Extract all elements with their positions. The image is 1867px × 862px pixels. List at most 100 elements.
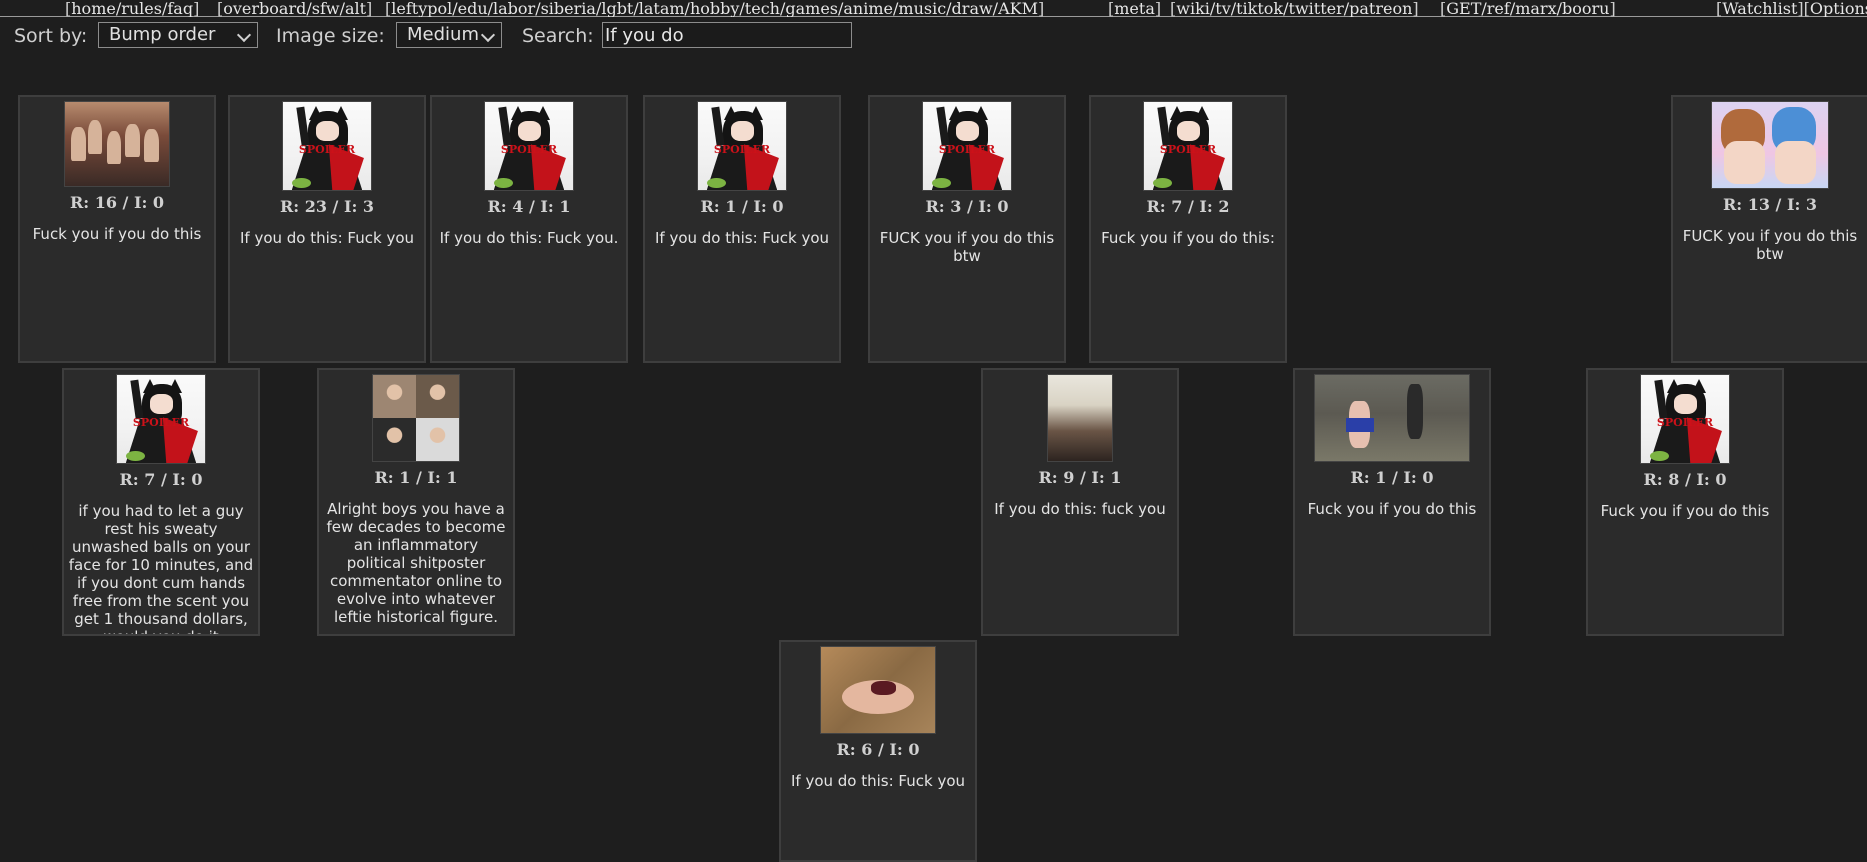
catalog-thread-card[interactable]: SPOILER R: 23 / I: 3 If you do this: Fuck … <box>228 95 426 363</box>
thread-reply-image-count: R: 9 / I: 1 <box>1038 468 1122 487</box>
thread-subject: if you had to let a guy rest his sweaty … <box>68 502 254 634</box>
catalog-thread-card[interactable]: SPOILER R: 3 / I: 0 FUCK you if you do thi… <box>868 95 1066 363</box>
thread-thumbnail[interactable] <box>1711 101 1829 189</box>
spoiler-text: SPOILER <box>938 143 996 157</box>
thread-reply-image-count: R: 6 / I: 0 <box>836 740 920 759</box>
catalog-thread-card[interactable]: R: 16 / I: 0 Fuck you if you do this <box>18 95 216 363</box>
fight-art-shape <box>1407 383 1423 440</box>
nav-link-home[interactable]: home <box>71 0 116 17</box>
nav-link-draw[interactable]: draw <box>951 0 993 17</box>
catalog-thread-card[interactable]: R: 1 / I: 0 Fuck you if you do this <box>1293 368 1491 636</box>
thread-reply-image-count: R: 3 / I: 0 <box>925 197 1009 216</box>
nav-link-siberia[interactable]: siberia <box>540 0 596 17</box>
nav-link-alt[interactable]: alt <box>344 0 367 17</box>
catalog-thread-card[interactable]: SPOILER R: 1 / I: 0 If you do this: Fuck y… <box>643 95 841 363</box>
spoiler-thumbnail[interactable]: SPOILER <box>282 101 372 191</box>
thread-subject: Fuck you if you do this <box>1600 502 1770 520</box>
catalog-thread-card[interactable]: SPOILER R: 8 / I: 0 Fuck you if you do thi… <box>1586 368 1784 636</box>
spoiler-art-ear1 <box>949 105 964 120</box>
thread-thumbnail[interactable] <box>372 374 460 462</box>
thread-thumbnail[interactable] <box>820 646 936 734</box>
sort-select-value: Bump order <box>109 24 216 45</box>
spoiler-text: SPOILER <box>132 416 190 430</box>
catalog-thread-card[interactable]: R: 6 / I: 0 If you do this: Fuck you <box>779 640 977 862</box>
nav-link-ref[interactable]: ref <box>1486 0 1510 17</box>
nav-link-rules[interactable]: rules <box>121 0 162 17</box>
image-size-select-value: Medium <box>407 24 479 45</box>
photo-figure <box>125 123 140 158</box>
nav-link-wiki[interactable]: wiki <box>1176 0 1210 17</box>
thread-subject: FUCK you if you do this btw <box>1682 227 1858 263</box>
catalog-thread-card[interactable]: R: 9 / I: 1 If you do this: fuck you <box>981 368 1179 636</box>
nav-group-overboards: [overboard/sfw/alt] <box>217 0 373 17</box>
nav-link-twitter[interactable]: twitter <box>1288 0 1344 17</box>
nav-link-booru[interactable]: booru <box>1562 0 1610 17</box>
thread-subject: Fuck you if you do this: <box>1101 229 1275 247</box>
thread-subject: If you do this: Fuck you <box>239 229 415 247</box>
nav-link-marx[interactable]: marx <box>1515 0 1557 17</box>
collage-portrait <box>373 418 416 461</box>
catalog-thread-card[interactable]: R: 1 / I: 1 Alright boys you have a few d… <box>317 368 515 636</box>
anime-art-shape <box>1774 140 1817 184</box>
hand-art-shape <box>871 681 897 696</box>
spoiler-art-face <box>731 121 755 141</box>
nav-link-hobby[interactable]: hobby <box>689 0 740 17</box>
nav-link-music[interactable]: music <box>898 0 947 17</box>
thread-reply-image-count: R: 1 / I: 0 <box>1350 468 1434 487</box>
spoiler-art-face <box>150 394 174 414</box>
thread-reply-image-count: R: 16 / I: 0 <box>69 193 165 212</box>
nav-link-akm[interactable]: AKM <box>998 0 1038 17</box>
thread-thumbnail[interactable] <box>1047 374 1113 462</box>
anime-art-shape <box>1723 140 1766 184</box>
nav-group-meta: [meta] <box>1108 0 1162 17</box>
nav-group-misc: [GET/ref/marx/booru] <box>1440 0 1616 17</box>
spoiler-thumbnail[interactable]: SPOILER <box>922 101 1012 191</box>
spoiler-art-face <box>956 121 980 141</box>
sort-label: Sort by: <box>14 25 88 47</box>
chevron-down-icon <box>480 27 496 43</box>
nav-link-tech[interactable]: tech <box>744 0 780 17</box>
nav-link-meta[interactable]: meta <box>1114 0 1155 17</box>
nav-link-lgbt[interactable]: lgbt <box>601 0 634 17</box>
thread-reply-image-count: R: 8 / I: 0 <box>1643 470 1727 489</box>
thread-reply-image-count: R: 23 / I: 3 <box>279 197 375 216</box>
nav-link-watchlist[interactable]: Watchlist <box>1722 0 1798 17</box>
nav-link-leftypol[interactable]: leftypol <box>391 0 453 17</box>
nav-link-sfw[interactable]: sfw <box>311 0 340 17</box>
nav-link-options[interactable]: Options <box>1809 0 1867 17</box>
nav-link-tv[interactable]: tv <box>1215 0 1231 17</box>
spoiler-art-ear1 <box>309 105 324 120</box>
search-input[interactable] <box>602 22 852 48</box>
thread-subject: Alright boys you have a few decades to b… <box>326 500 506 626</box>
catalog-thread-card[interactable]: R: 13 / I: 3 FUCK you if you do this btw <box>1671 95 1867 363</box>
spoiler-art-ear2 <box>1195 105 1210 120</box>
catalog-thread-card[interactable]: SPOILER R: 7 / I: 2 Fuck you if you do thi… <box>1089 95 1287 363</box>
thread-subject: Fuck you if you do this <box>1307 500 1477 518</box>
nav-link-edu[interactable]: edu <box>457 0 488 17</box>
collage-portrait <box>416 418 459 461</box>
spoiler-thumbnail[interactable]: SPOILER <box>697 101 787 191</box>
nav-link-anime[interactable]: anime <box>843 0 893 17</box>
nav-link-games[interactable]: games <box>785 0 838 17</box>
nav-link-latam[interactable]: latam <box>638 0 685 17</box>
image-size-select[interactable]: Medium <box>396 22 502 48</box>
spoiler-thumbnail[interactable]: SPOILER <box>484 101 574 191</box>
nav-group-site: [home/rules/faq] <box>65 0 200 17</box>
image-size-label: Image size: <box>276 25 385 47</box>
nav-link-patreon[interactable]: patreon <box>1349 0 1413 17</box>
catalog-thread-card[interactable]: SPOILER R: 4 / I: 1 If you do this: Fuck y… <box>430 95 628 363</box>
nav-link-tiktok[interactable]: tiktok <box>1236 0 1284 17</box>
spoiler-thumbnail[interactable]: SPOILER <box>1143 101 1233 191</box>
thread-subject: Fuck you if you do this <box>32 225 202 243</box>
thread-thumbnail[interactable] <box>1314 374 1470 462</box>
nav-group-boards: [leftypol/edu/labor/siberia/lgbt/latam/h… <box>385 0 1045 17</box>
catalog-thread-card[interactable]: SPOILER R: 7 / I: 0 if you had to let a gu… <box>62 368 260 636</box>
spoiler-thumbnail[interactable]: SPOILER <box>1640 374 1730 464</box>
thread-thumbnail[interactable] <box>64 101 170 187</box>
spoiler-thumbnail[interactable]: SPOILER <box>116 374 206 464</box>
sort-select[interactable]: Bump order <box>98 22 258 48</box>
nav-link-faq[interactable]: faq <box>167 0 194 17</box>
nav-link-labor[interactable]: labor <box>493 0 536 17</box>
nav-link-get[interactable]: GET <box>1446 0 1482 17</box>
nav-link-overboard[interactable]: overboard <box>223 0 307 17</box>
